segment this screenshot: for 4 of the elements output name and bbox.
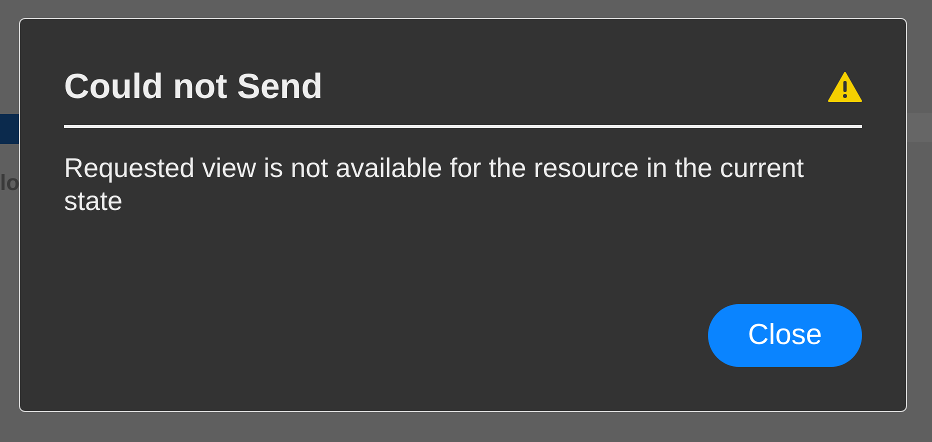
- dialog-message: Requested view is not available for the resource in the current state: [64, 152, 805, 218]
- warning-icon: [828, 72, 862, 102]
- dialog-title: Could not Send: [64, 67, 323, 107]
- close-button[interactable]: Close: [708, 304, 862, 367]
